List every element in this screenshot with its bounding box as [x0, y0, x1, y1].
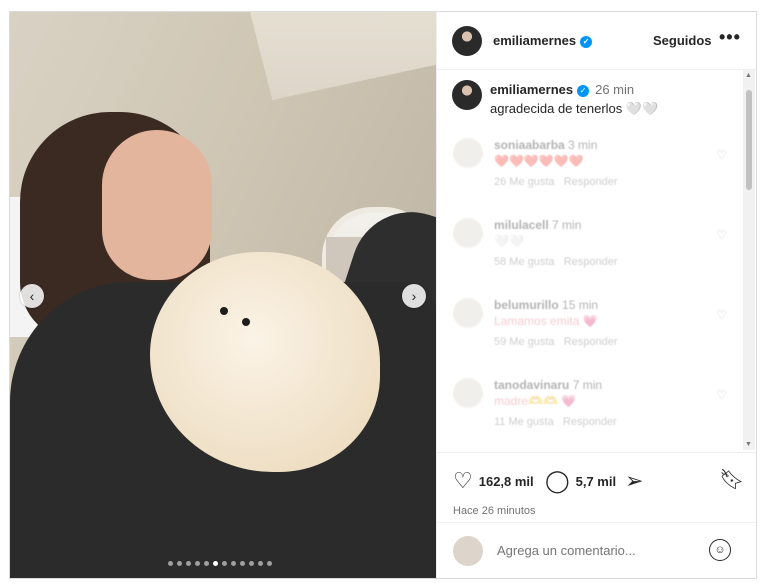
author-avatar[interactable] — [452, 26, 482, 56]
caption-header: emiliamernes ✓ 26 min — [490, 82, 634, 97]
carousel-dot[interactable] — [240, 561, 245, 566]
commenter-avatar[interactable] — [453, 378, 483, 408]
comment-row: belumurillo 15 min Lamamos emita 💗 59 Me g… — [437, 296, 743, 366]
comment-header: milulacell 7 min — [494, 218, 581, 232]
comment-time: 15 min — [562, 298, 599, 312]
commenter-avatar[interactable] — [453, 298, 483, 328]
comment-count: 5,7 mil — [575, 473, 617, 489]
carousel-prev-button[interactable]: ‹ — [20, 284, 44, 308]
carousel-dot[interactable] — [168, 561, 173, 566]
caption-text: agradecida de tenerlos 🤍🤍 — [490, 101, 659, 116]
comment-time: 3 min — [568, 138, 598, 152]
commenter-avatar[interactable] — [453, 218, 483, 248]
post-panel: emiliamernes ✓ Seguidos ••• emiliamernes ✓… — [436, 12, 756, 578]
comment-row: milulacell 7 min 🤍🤍 58 Me gusta Responder ♡ — [437, 216, 743, 286]
commenter-avatar[interactable] — [453, 138, 483, 168]
comment-row: soniaabarba 3 min ❤️❤️❤️❤️❤️❤️ 26 Me gusta… — [437, 136, 743, 206]
like-action[interactable]: ♡ 162,8 mil — [453, 468, 534, 494]
post-actions: ♡ 162,8 mil ◯ 5,7 mil ➢ 🔖︎ Hace 26 minut… — [437, 452, 756, 523]
carousel-dot[interactable] — [258, 561, 263, 566]
reply-button[interactable]: Responder — [564, 256, 618, 268]
comment-heart-icon[interactable]: ♡ — [716, 228, 727, 242]
comment-text: madre🫶🫶 💗 — [494, 394, 577, 408]
scroll-up-icon[interactable]: ▲ — [745, 72, 752, 79]
comment-heart-icon[interactable]: ♡ — [716, 148, 727, 162]
commenter-username[interactable]: soniaabarba — [494, 138, 565, 152]
post-time: Hace 26 minutos — [453, 505, 536, 517]
comment-likes[interactable]: 26 Me gusta — [494, 176, 555, 188]
commenter-username[interactable]: belumurillo — [494, 298, 559, 312]
reply-button[interactable]: Responder — [564, 336, 618, 348]
carousel-next-button[interactable]: › — [402, 284, 426, 308]
comment-meta: 59 Me gusta Responder — [494, 336, 618, 348]
carousel-dot[interactable] — [222, 561, 227, 566]
carousel-dot[interactable] — [195, 561, 200, 566]
dog-eye — [220, 307, 228, 315]
photo-face — [102, 130, 212, 280]
heart-icon[interactable]: ♡ — [453, 468, 473, 494]
comment-text: Lamamos emita 💗 — [494, 314, 598, 328]
carousel-dot[interactable] — [204, 561, 209, 566]
commenter-username[interactable]: milulacell — [494, 218, 549, 232]
verified-icon: ✓ — [577, 85, 590, 97]
share-icon[interactable]: ➢ — [625, 468, 643, 494]
author-name[interactable]: emiliamernes — [493, 33, 576, 48]
comment-likes[interactable]: 58 Me gusta — [494, 256, 555, 268]
comments-list[interactable]: emiliamernes ✓ 26 min agradecida de tenerl… — [437, 70, 743, 450]
author-username[interactable]: emiliamernes ✓ — [493, 33, 593, 48]
comment-likes[interactable]: 59 Me gusta — [494, 336, 555, 348]
scroll-down-icon[interactable]: ▼ — [745, 441, 752, 448]
carousel-dot[interactable] — [249, 561, 254, 566]
comment-header: soniaabarba 3 min — [494, 138, 597, 152]
carousel-dot[interactable] — [177, 561, 182, 566]
comment-action[interactable]: ◯ 5,7 mil — [545, 468, 616, 494]
comment-header: tanodavinaru 7 min — [494, 378, 602, 392]
reply-button[interactable]: Responder — [564, 176, 618, 188]
bookmark-icon[interactable]: 🔖︎ — [719, 467, 744, 492]
comment-likes[interactable]: 11 Me gusta — [494, 416, 554, 428]
photo-ceiling — [250, 12, 436, 100]
dog-eye — [242, 318, 250, 326]
comment-heart-icon[interactable]: ♡ — [716, 308, 727, 322]
caption-username[interactable]: emiliamernes — [490, 82, 573, 97]
carousel-dot[interactable] — [267, 561, 272, 566]
carousel-dot[interactable] — [186, 561, 191, 566]
caption-time: 26 min — [595, 82, 635, 97]
post-modal: ‹ › emiliamernes ✓ Seguidos ••• emiliamer… — [9, 11, 757, 579]
comment-heart-icon[interactable]: ♡ — [716, 388, 727, 402]
emoji-icon[interactable]: ☺ — [709, 539, 731, 561]
carousel-dots — [168, 561, 272, 566]
more-options-icon[interactable]: ••• — [719, 27, 741, 48]
comment-icon[interactable]: ◯ — [545, 468, 570, 494]
carousel-dot[interactable] — [231, 561, 236, 566]
caption-avatar[interactable] — [452, 80, 482, 110]
user-avatar — [453, 536, 483, 566]
comment-meta: 26 Me gusta Responder — [494, 176, 618, 188]
following-button[interactable]: Seguidos — [653, 33, 712, 48]
comments-scrollbar[interactable]: ▲ ▼ — [743, 70, 755, 450]
post-photo: ‹ › — [10, 12, 436, 578]
comment-meta: 58 Me gusta Responder — [494, 256, 618, 268]
comment-time: 7 min — [552, 218, 582, 232]
comment-input[interactable] — [495, 542, 699, 559]
scrollbar-thumb[interactable] — [746, 90, 752, 190]
comment-time: 7 min — [572, 378, 603, 392]
comment-text: 🤍🤍 — [494, 234, 524, 248]
add-comment-bar: ☺ — [437, 522, 756, 578]
comment-header: belumurillo 15 min — [494, 298, 598, 312]
like-count: 162,8 mil — [478, 473, 534, 489]
carousel-dot[interactable] — [213, 561, 218, 566]
verified-icon: ✓ — [580, 36, 593, 48]
comment-text: ❤️❤️❤️❤️❤️❤️ — [494, 154, 584, 168]
comment-row: tanodavinaru 7 min madre🫶🫶 💗 11 Me gusta R… — [437, 376, 743, 446]
share-action[interactable]: ➢ — [625, 468, 643, 494]
commenter-username[interactable]: tanodavinaru — [494, 378, 569, 392]
post-header: emiliamernes ✓ Seguidos ••• — [437, 12, 756, 70]
reply-button[interactable]: Responder — [563, 416, 617, 428]
comment-meta: 11 Me gusta Responder — [494, 416, 617, 428]
